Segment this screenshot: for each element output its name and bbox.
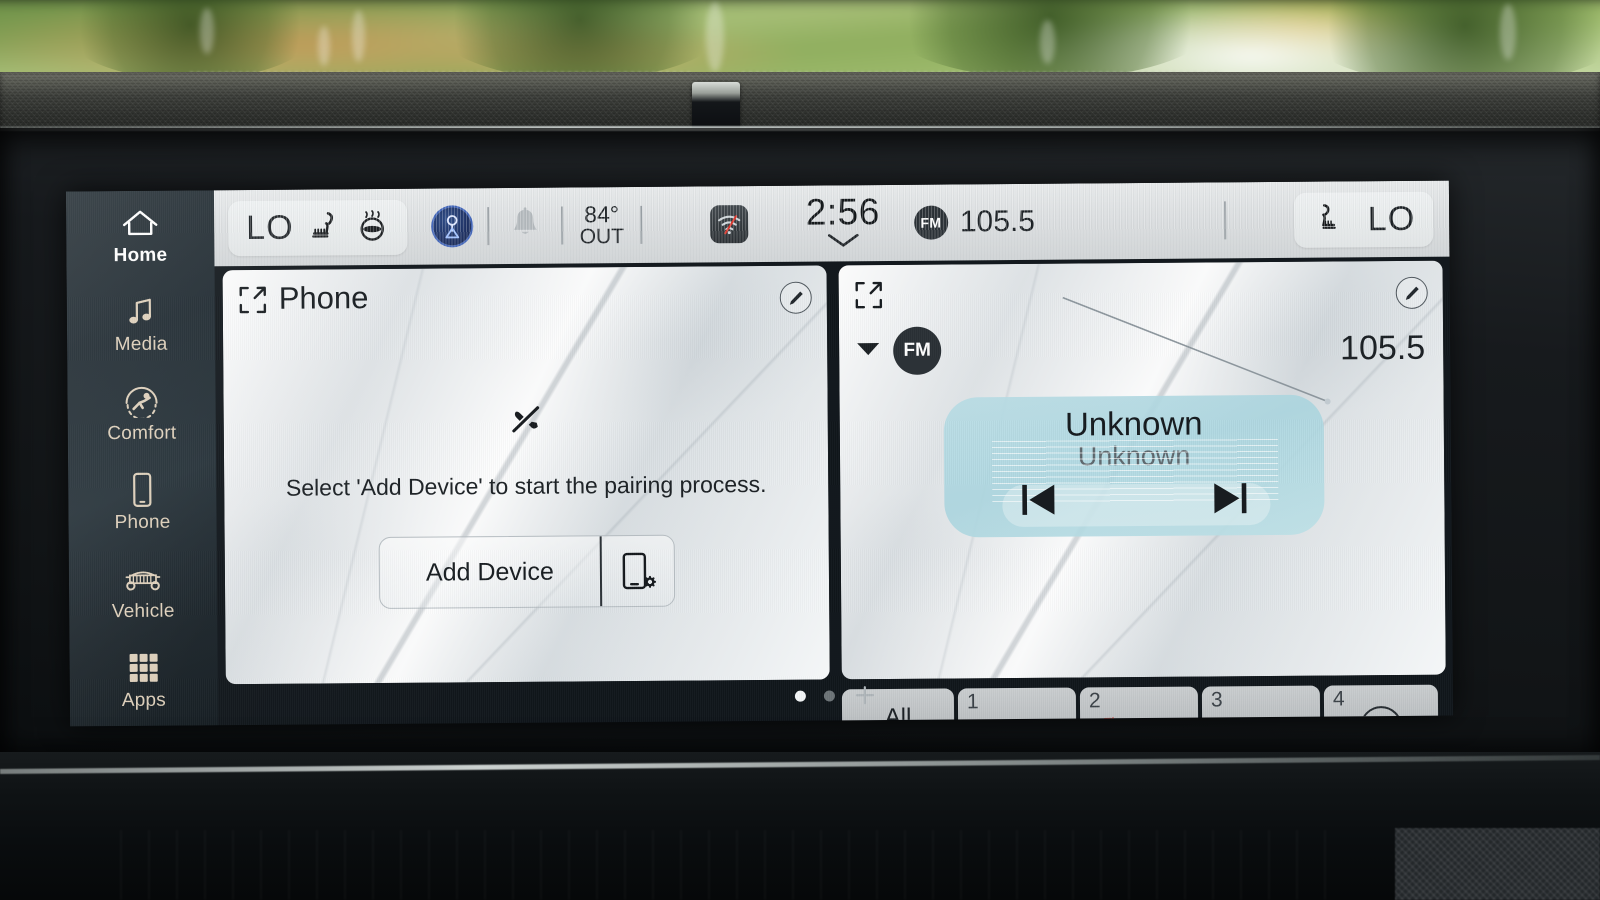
divider [1223, 201, 1226, 240]
skip-next-icon[interactable] [1208, 478, 1250, 523]
phone-device-icon [122, 471, 162, 507]
sidebar-item-apps[interactable]: Apps [69, 635, 218, 725]
divider [639, 205, 643, 244]
comfort-seat-icon [121, 382, 161, 418]
plus-icon[interactable] [852, 683, 876, 707]
sidebar-item-label: Phone [114, 511, 171, 533]
sidebar-item-vehicle[interactable]: Vehicle [69, 546, 218, 636]
expand-icon[interactable] [855, 281, 883, 314]
pencil-edit-icon[interactable] [779, 281, 812, 314]
divider [561, 206, 564, 245]
home-icon [120, 204, 160, 240]
heated-seat-icon[interactable] [1312, 200, 1342, 239]
driver-profile-icon[interactable] [433, 207, 472, 246]
sidebar-item-label: Apps [121, 689, 167, 711]
caret-down-icon[interactable] [855, 340, 881, 363]
phone-settings-icon[interactable] [602, 536, 675, 607]
music-note-icon [121, 293, 161, 329]
status-frequency: 105.5 [959, 204, 1036, 239]
wifi-off-icon[interactable] [709, 205, 749, 244]
dashboard-scene: Home Media Comfort Phone Vehicle Apps LO… [0, 0, 1600, 900]
status-bar: LO 84° OUT 2:56 FM 105.5 LO [213, 180, 1450, 267]
lower-vent [120, 830, 1340, 900]
sidebar-item-label: Comfort [107, 422, 177, 444]
sidebar-item-comfort[interactable]: Comfort [67, 368, 216, 458]
glass-streak [200, 8, 214, 54]
driver-temp-value: LO [246, 208, 294, 247]
glass-streak [706, 2, 724, 72]
divider [487, 207, 490, 246]
apps-grid-icon [124, 649, 164, 685]
textured-trim-panel [1395, 828, 1600, 900]
sidebar-item-phone[interactable]: Phone [68, 457, 217, 547]
radio-widget-card: FM 105.5 Unknown Unknown [838, 260, 1446, 680]
sidebar-item-home[interactable]: Home [66, 190, 215, 280]
sidebar-item-media[interactable]: Media [67, 279, 216, 369]
expand-icon[interactable] [239, 286, 267, 319]
radio-card-header [839, 261, 1443, 324]
heated-seat-icon[interactable] [309, 208, 341, 247]
pencil-edit-icon[interactable] [1395, 276, 1428, 309]
add-device-button[interactable]: Add Device [378, 534, 676, 609]
now-playing-card: Unknown Unknown [943, 394, 1325, 538]
windshield-sensor [692, 82, 740, 132]
phone-card-title: Phone [278, 280, 369, 316]
page-dot[interactable] [823, 689, 835, 702]
pairing-instruction-text: Select 'Add Device' to start the pairing… [285, 470, 767, 501]
phone-disconnected-icon [506, 400, 546, 445]
outside-temperature: 84° OUT [579, 201, 625, 249]
bezel-highlight [0, 126, 1600, 131]
bell-icon[interactable] [509, 205, 541, 246]
sidebar-item-label: Media [114, 333, 168, 355]
glass-streak [352, 10, 365, 62]
home-widgets-area: Phone Select 'Add Device' to start the p… [215, 260, 1454, 727]
skip-previous-icon[interactable] [1018, 480, 1060, 525]
chevron-down-icon[interactable] [825, 232, 861, 253]
driver-climate-control[interactable]: LO [227, 199, 408, 256]
clock-value: 2:56 [805, 191, 880, 233]
jeep-vehicle-icon [123, 560, 163, 596]
add-device-label: Add Device [425, 557, 554, 587]
passenger-climate-control[interactable]: LO [1293, 191, 1434, 248]
page-dot-active[interactable] [794, 690, 806, 702]
now-playing-title: Unknown [1064, 404, 1203, 443]
heated-steering-wheel-icon[interactable] [357, 207, 389, 246]
main-navigation-sidebar: Home Media Comfort Phone Vehicle Apps [65, 190, 219, 727]
sidebar-item-label: Vehicle [111, 600, 175, 622]
glass-streak [318, 26, 330, 66]
outside-temp-label: OUT [579, 225, 625, 249]
radio-source-selector[interactable]: FM [855, 326, 942, 376]
outside-temp-value: 84° [584, 201, 620, 228]
phone-card-body: Select 'Add Device' to start the pairing… [223, 323, 830, 684]
infotainment-display: Home Media Comfort Phone Vehicle Apps LO… [65, 180, 1454, 727]
phone-card-header: Phone [223, 265, 827, 328]
clock-widget[interactable]: 2:56 [805, 191, 880, 254]
radio-frequency-display: 105.5 [1339, 328, 1426, 368]
radio-band-badge[interactable]: FM [893, 326, 942, 375]
now-playing-subtitle: Unknown [1077, 440, 1191, 472]
phone-widget-card: Phone Select 'Add Device' to start the p… [222, 265, 830, 685]
status-source-badge[interactable]: FM [913, 205, 949, 240]
glass-streak [1500, 4, 1516, 60]
passenger-temp-value: LO [1367, 199, 1416, 238]
sidebar-item-label: Home [113, 244, 168, 266]
glass-streak [1040, 20, 1055, 64]
